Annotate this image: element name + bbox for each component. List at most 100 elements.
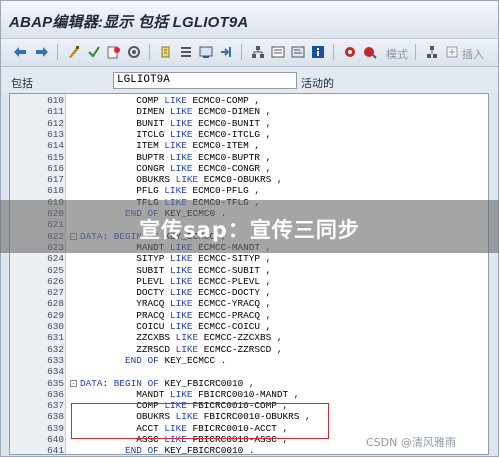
line-number: 630 bbox=[47, 321, 64, 332]
code-text: MANDT LIKE FBICRC0010-MANDT , bbox=[80, 388, 300, 400]
pattern-icon[interactable] bbox=[269, 43, 287, 61]
code-line[interactable]: 634 bbox=[10, 366, 488, 378]
window-title: ABAP编辑器:显示 包括 LGLIOT9A bbox=[9, 14, 249, 31]
info-icon[interactable] bbox=[309, 43, 327, 61]
code-line[interactable]: 628 YRACQ LIKE ECMCC-YRACQ , bbox=[10, 298, 488, 310]
code-line[interactable]: 630 COICU LIKE ECMCC-COICU , bbox=[10, 321, 488, 332]
line-number: 639 bbox=[47, 422, 64, 434]
line-number: 617 bbox=[47, 174, 64, 186]
code-text: ZZCXBS LIKE ECMCC-ZZCXBS , bbox=[80, 332, 283, 344]
line-number: 627 bbox=[47, 287, 64, 299]
line-number: 629 bbox=[47, 309, 64, 321]
code-line[interactable]: 627 DOCTY LIKE ECMCC-DOCTY , bbox=[10, 287, 488, 299]
status-text: 活动的 bbox=[301, 78, 334, 90]
insert-button[interactable]: 插入 bbox=[462, 46, 484, 62]
banner-text: 宣传sap：宣传三同步 bbox=[139, 218, 360, 242]
code-text: COICU LIKE ECMCC-COICU , bbox=[80, 321, 272, 332]
code-line[interactable]: 626 PLEVL LIKE ECMCC-PLEVL , bbox=[10, 275, 488, 287]
insert-icon[interactable] bbox=[443, 43, 461, 61]
line-number: 637 bbox=[47, 400, 64, 412]
line-number: 611 bbox=[47, 106, 64, 118]
line-number: 641 bbox=[47, 445, 64, 455]
code-line[interactable]: 618 PFLG LIKE ECMC0-PFLG , bbox=[10, 185, 488, 197]
display-object-list-icon[interactable] bbox=[197, 43, 215, 61]
line-number: 632 bbox=[47, 343, 64, 355]
line-number: 631 bbox=[47, 332, 64, 344]
toolbar-separator bbox=[415, 44, 416, 60]
line-number: 612 bbox=[47, 117, 64, 129]
toolbar-separator bbox=[241, 44, 242, 60]
line-number: 618 bbox=[47, 185, 64, 197]
code-text: YRACQ LIKE ECMCC-YRACQ , bbox=[80, 298, 272, 310]
code-line[interactable]: 636 MANDT LIKE FBICRC0010-MANDT , bbox=[10, 388, 488, 400]
code-text: COMP LIKE ECMC0-COMP , bbox=[80, 95, 261, 106]
line-number: 633 bbox=[47, 354, 64, 366]
code-line[interactable]: 610 COMP LIKE ECMC0-COMP , bbox=[10, 95, 488, 106]
code-line[interactable]: 624 SITYP LIKE ECMCC-SITYP , bbox=[10, 253, 488, 265]
toolbar-separator bbox=[149, 44, 150, 60]
code-line[interactable]: 625 SUBIT LIKE ECMCC-SUBIT , bbox=[10, 264, 488, 276]
line-number: 638 bbox=[47, 411, 64, 423]
line-number: 640 bbox=[47, 434, 64, 445]
display-change-icon[interactable] bbox=[65, 43, 83, 61]
pretty-printer-icon[interactable] bbox=[289, 43, 307, 61]
line-number: 610 bbox=[47, 95, 64, 106]
highlight-box bbox=[71, 403, 329, 439]
where-used-icon[interactable] bbox=[157, 43, 175, 61]
code-text: DOCTY LIKE ECMCC-DOCTY , bbox=[80, 287, 272, 299]
code-line[interactable]: 631 ZZCXBS LIKE ECMCC-ZZCXBS , bbox=[10, 332, 488, 344]
code-text: ZZRSCD LIKE ECMCC-ZZRSCD , bbox=[80, 343, 283, 355]
line-number: 635 bbox=[47, 377, 64, 389]
tree-icon[interactable] bbox=[423, 43, 441, 61]
code-line[interactable]: 615 BUPTR LIKE ECMC0-BUPTR , bbox=[10, 151, 488, 163]
code-text: END OF KEY_ECMCC . bbox=[125, 354, 227, 366]
code-line[interactable]: 611 DIMEN LIKE ECMC0-DIMEN , bbox=[10, 106, 488, 118]
line-number: 613 bbox=[47, 128, 64, 140]
code-text: DATA: BEGIN OF KEY_FBICRC0010 , bbox=[80, 377, 255, 389]
collapse-block-icon[interactable]: - bbox=[70, 379, 77, 387]
code-line[interactable]: 633 END OF KEY_ECMCC . bbox=[10, 354, 488, 366]
line-number: 628 bbox=[47, 298, 64, 310]
session-breakpoint-icon[interactable] bbox=[361, 43, 379, 61]
code-text: PLEVL LIKE ECMCC-PLEVL , bbox=[80, 275, 272, 287]
code-line[interactable]: 617 OBUKRS LIKE ECMC0-OBUKRS , bbox=[10, 174, 488, 186]
code-line[interactable]: 629 PRACQ LIKE ECMCC-PRACQ , bbox=[10, 309, 488, 321]
code-text: BUPTR LIKE ECMC0-BUPTR , bbox=[80, 151, 272, 163]
code-text: ITEM LIKE ECMC0-ITEM , bbox=[80, 140, 261, 152]
code-text: SUBIT LIKE ECMCC-SUBIT , bbox=[80, 264, 272, 276]
forward-arrow-icon[interactable] bbox=[33, 43, 51, 61]
title-bar: ABAP编辑器:显示 包括 LGLIOT9A bbox=[1, 1, 498, 39]
code-text: DIMEN LIKE ECMC0-DIMEN , bbox=[80, 106, 272, 118]
code-line[interactable]: 616 CONGR LIKE ECMC0-CONGR , bbox=[10, 162, 488, 174]
activate-icon[interactable] bbox=[125, 43, 143, 61]
check-syntax-icon[interactable] bbox=[105, 43, 123, 61]
include-header: 包括 LGLIOT9A 活动的 bbox=[1, 67, 498, 93]
code-text: ITCLG LIKE ECMC0-ITCLG , bbox=[80, 128, 272, 140]
object-list-icon[interactable] bbox=[177, 43, 195, 61]
include-label: 包括 bbox=[11, 78, 33, 90]
application-toolbar: 模式 插入 bbox=[1, 39, 498, 67]
code-line[interactable]: 614 ITEM LIKE ECMC0-ITEM , bbox=[10, 140, 488, 152]
line-number: 625 bbox=[47, 264, 64, 276]
line-number: 634 bbox=[47, 366, 64, 378]
toolbar-separator bbox=[57, 44, 58, 60]
code-text: BUNIT LIKE ECMC0-BUNIT , bbox=[80, 117, 272, 129]
code-line[interactable]: 632 ZZRSCD LIKE ECMCC-ZZRSCD , bbox=[10, 343, 488, 355]
active-inactive-icon[interactable] bbox=[85, 43, 103, 61]
code-line[interactable]: 635- DATA: BEGIN OF KEY_FBICRC0010 , bbox=[10, 377, 488, 389]
promo-banner: 宣传sap：宣传三同步 bbox=[0, 200, 499, 253]
code-text: PRACQ LIKE ECMCC-PRACQ , bbox=[80, 309, 272, 321]
hierarchy-icon[interactable] bbox=[249, 43, 267, 61]
code-editor[interactable]: 610 COMP LIKE ECMC0-COMP , 611 DIMEN LIKE… bbox=[9, 93, 489, 455]
line-number: 624 bbox=[47, 253, 64, 265]
code-line[interactable]: 612 BUNIT LIKE ECMC0-BUNIT , bbox=[10, 117, 488, 129]
toolbar-separator bbox=[333, 44, 334, 60]
mode-button[interactable]: 模式 bbox=[386, 46, 408, 62]
back-arrow-icon[interactable] bbox=[11, 43, 29, 61]
include-name-field[interactable]: LGLIOT9A bbox=[113, 72, 297, 89]
code-text: END OF KEY_FBICRC0010 . bbox=[125, 445, 255, 455]
line-number: 616 bbox=[47, 162, 64, 174]
code-line[interactable]: 613 ITCLG LIKE ECMC0-ITCLG , bbox=[10, 128, 488, 140]
navigation-window-icon[interactable] bbox=[217, 43, 235, 61]
breakpoint-icon[interactable] bbox=[341, 43, 359, 61]
